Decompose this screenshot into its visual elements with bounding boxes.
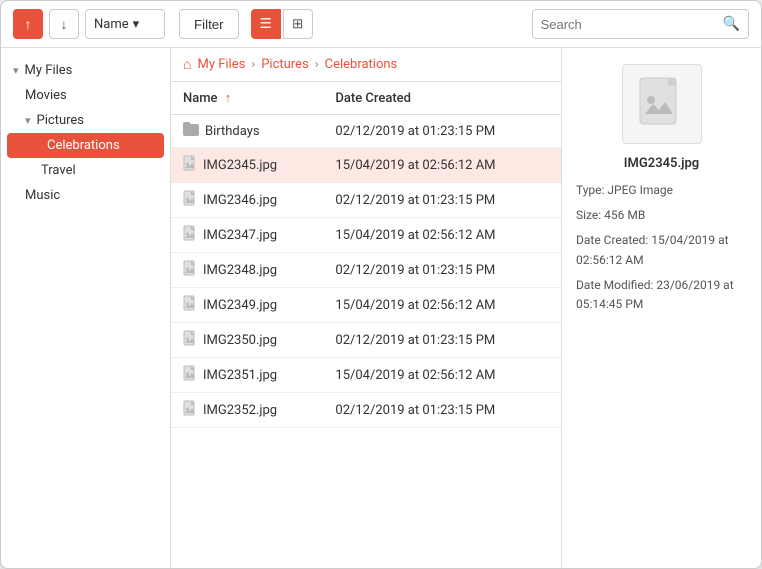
app-window: ↑ ↓ Name ▾ Filter ☰ ⊞ 🔍 ▾ My Files Movie (0, 0, 762, 569)
file-name: IMG2349.jpg (203, 298, 277, 313)
detail-size: Size: 456 MB (576, 206, 747, 225)
table-row[interactable]: Birthdays 02/12/2019 at 01:23:15 PM (171, 115, 561, 148)
image-file-icon (183, 155, 197, 175)
file-name-cell: IMG2347.jpg (171, 218, 323, 253)
table-row[interactable]: IMG2345.jpg 15/04/2019 at 02:56:12 AM (171, 148, 561, 183)
view-toggle: ☰ ⊞ (251, 9, 313, 39)
file-name-cell: IMG2350.jpg (171, 323, 323, 358)
sidebar: ▾ My Files Movies ▾ Pictures Celebration… (1, 48, 171, 568)
image-file-icon (183, 295, 197, 315)
file-name-cell: IMG2352.jpg (171, 393, 323, 428)
sort-arrow-icon: ↑ (225, 91, 232, 106)
sidebar-item-label: Movies (25, 88, 67, 103)
table-row[interactable]: IMG2352.jpg 02/12/2019 at 01:23:15 PM (171, 393, 561, 428)
expand-icon: ▾ (25, 114, 31, 127)
filter-button[interactable]: Filter (179, 9, 239, 39)
sidebar-item-label: Music (25, 188, 60, 203)
breadcrumb: ⌂ My Files › Pictures › Celebrations (171, 48, 561, 82)
file-name-cell: IMG2348.jpg (171, 253, 323, 288)
sidebar-item-label: Travel (41, 163, 76, 178)
expand-icon: ▾ (13, 64, 19, 77)
file-preview-icon (637, 76, 687, 132)
col-name-header[interactable]: Name ↑ (171, 82, 323, 115)
image-file-icon (183, 400, 197, 420)
detail-meta: Type: JPEG Image Size: 456 MB Date Creat… (576, 181, 747, 314)
folder-icon (183, 122, 199, 140)
search-icon: 🔍 (723, 16, 740, 32)
sidebar-item-label: Celebrations (47, 138, 120, 153)
breadcrumb-sep-1: › (251, 57, 255, 72)
sort-down-button[interactable]: ↓ (49, 9, 79, 39)
breadcrumb-celebrations[interactable]: Celebrations (325, 57, 398, 72)
file-name: IMG2352.jpg (203, 403, 277, 418)
chevron-down-icon: ▾ (133, 17, 156, 32)
table-row[interactable]: IMG2347.jpg 15/04/2019 at 02:56:12 AM (171, 218, 561, 253)
col-date-header[interactable]: Date Created (323, 82, 561, 115)
search-bar: 🔍 (532, 9, 749, 39)
file-date: 02/12/2019 at 01:23:15 PM (323, 393, 561, 428)
image-file-icon (183, 260, 197, 280)
sidebar-item-travel[interactable]: Travel (1, 158, 170, 183)
preview-box (622, 64, 702, 144)
image-file-icon (183, 365, 197, 385)
file-name: IMG2351.jpg (203, 368, 277, 383)
file-date: 02/12/2019 at 01:23:15 PM (323, 183, 561, 218)
sidebar-item-celebrations[interactable]: Celebrations (7, 133, 164, 158)
table-row[interactable]: IMG2350.jpg 02/12/2019 at 01:23:15 PM (171, 323, 561, 358)
image-file-icon (183, 190, 197, 210)
file-name-cell: IMG2346.jpg (171, 183, 323, 218)
sidebar-item-pictures[interactable]: ▾ Pictures (1, 108, 170, 133)
sidebar-item-label: Pictures (37, 113, 84, 128)
file-name: Birthdays (205, 124, 260, 139)
file-name-cell: IMG2351.jpg (171, 358, 323, 393)
list-view-button[interactable]: ☰ (251, 9, 281, 39)
search-input[interactable] (541, 17, 717, 32)
image-file-icon (183, 225, 197, 245)
file-name: IMG2345.jpg (203, 158, 277, 173)
toolbar: ↑ ↓ Name ▾ Filter ☰ ⊞ 🔍 (1, 1, 761, 48)
sort-up-button[interactable]: ↑ (13, 9, 43, 39)
file-date: 15/04/2019 at 02:56:12 AM (323, 288, 561, 323)
file-date: 15/04/2019 at 02:56:12 AM (323, 358, 561, 393)
file-date: 02/12/2019 at 01:23:15 PM (323, 323, 561, 358)
file-name-cell: IMG2349.jpg (171, 288, 323, 323)
breadcrumb-sep-2: › (315, 57, 319, 72)
file-date: 02/12/2019 at 01:23:15 PM (323, 253, 561, 288)
table-row[interactable]: IMG2348.jpg 02/12/2019 at 01:23:15 PM (171, 253, 561, 288)
file-date: 15/04/2019 at 02:56:12 AM (323, 148, 561, 183)
table-row[interactable]: IMG2351.jpg 15/04/2019 at 02:56:12 AM (171, 358, 561, 393)
breadcrumb-pictures[interactable]: Pictures (261, 57, 308, 72)
detail-date-created: Date Created: 15/04/2019 at 02:56:12 AM (576, 231, 747, 269)
file-date: 15/04/2019 at 02:56:12 AM (323, 218, 561, 253)
file-name: IMG2350.jpg (203, 333, 277, 348)
file-name: IMG2348.jpg (203, 263, 277, 278)
detail-preview (576, 64, 747, 144)
breadcrumb-my-files[interactable]: My Files (197, 57, 245, 72)
file-table: Name ↑ Date Created Birthdays (171, 82, 561, 428)
sidebar-item-movies[interactable]: Movies (1, 83, 170, 108)
sidebar-item-music[interactable]: Music (1, 183, 170, 208)
sidebar-item-label: My Files (25, 63, 73, 78)
file-name-cell: IMG2345.jpg (171, 148, 323, 183)
file-area: ⌂ My Files › Pictures › Celebrations Nam… (171, 48, 561, 568)
sort-name-select[interactable]: Name ▾ (85, 9, 165, 39)
image-file-icon (183, 330, 197, 350)
file-date: 02/12/2019 at 01:23:15 PM (323, 115, 561, 148)
table-row[interactable]: IMG2349.jpg 15/04/2019 at 02:56:12 AM (171, 288, 561, 323)
detail-filename: IMG2345.jpg (576, 156, 747, 171)
file-name: IMG2346.jpg (203, 193, 277, 208)
sidebar-item-my-files[interactable]: ▾ My Files (1, 58, 170, 83)
home-icon: ⌂ (183, 56, 191, 73)
file-table-wrapper: Name ↑ Date Created Birthdays (171, 82, 561, 568)
detail-date-modified: Date Modified: 23/06/2019 at 05:14:45 PM (576, 276, 747, 314)
file-name-cell: Birthdays (171, 115, 323, 148)
file-name: IMG2347.jpg (203, 228, 277, 243)
sort-name-label: Name (94, 17, 129, 32)
detail-type: Type: JPEG Image (576, 181, 747, 200)
detail-panel: IMG2345.jpg Type: JPEG Image Size: 456 M… (561, 48, 761, 568)
main-area: ▾ My Files Movies ▾ Pictures Celebration… (1, 48, 761, 568)
table-row[interactable]: IMG2346.jpg 02/12/2019 at 01:23:15 PM (171, 183, 561, 218)
grid-view-button[interactable]: ⊞ (283, 9, 313, 39)
